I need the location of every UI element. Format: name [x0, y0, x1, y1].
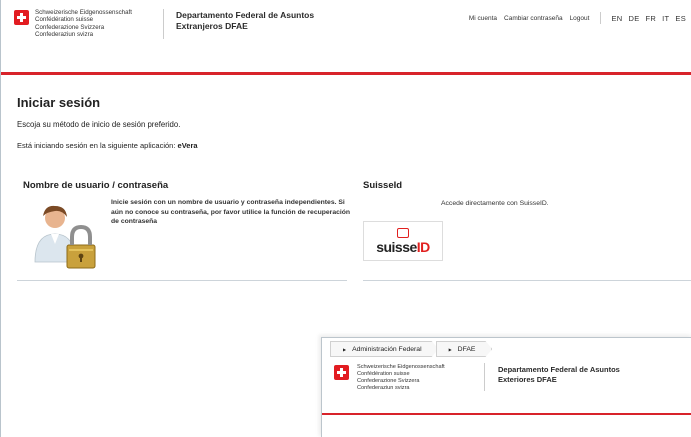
suisseid-login-button[interactable]: suisseID	[363, 221, 443, 261]
suisseid-logo: suisseID	[376, 238, 430, 255]
department-title: Departamento Federal de Asuntos Extranje…	[176, 10, 315, 31]
header-divider	[163, 9, 164, 39]
breadcrumb: Administración Federal DFAE	[330, 342, 489, 356]
meta-navigation: Mi cuenta Cambiar contraseña Logout EN D…	[469, 12, 691, 24]
page-title: Iniciar sesión	[17, 95, 101, 110]
site-header: Schweizerische Eidgenossenschaft Confédé…	[1, 0, 691, 52]
header-red-bar	[1, 72, 691, 75]
breadcrumb-administration[interactable]: Administración Federal	[330, 341, 439, 357]
overlay-confederation-names: Schweizerische Eidgenossenschaft Confédé…	[357, 364, 445, 391]
suisseid-description: Accede directamente con SuisseID.	[441, 200, 549, 207]
username-login-divider	[17, 280, 347, 281]
overlay-department-title: Departamento Federal de Asuntos Exterior…	[498, 365, 620, 384]
application-info: Está iniciando sesión en la siguiente ap…	[17, 141, 198, 150]
logout-link[interactable]: Logout	[570, 15, 590, 22]
suisseid-divider	[363, 280, 691, 281]
lang-it[interactable]: IT	[662, 14, 669, 23]
suisseid-login-title: SuisseId	[363, 180, 403, 191]
confederation-names: Schweizerische Eidgenossenschaft Confédé…	[35, 9, 132, 39]
username-login-title: Nombre de usuario / contraseña	[23, 180, 169, 191]
change-password-link[interactable]: Cambiar contraseña	[504, 15, 563, 22]
lang-fr[interactable]: FR	[646, 14, 657, 23]
page-subtitle: Escoja su método de inicio de sesión pre…	[17, 120, 181, 129]
overlay-page-preview: Administración Federal DFAE Schweizerisc…	[321, 337, 691, 437]
overlay-red-bar	[322, 413, 691, 415]
lang-es[interactable]: ES	[675, 14, 686, 23]
meta-separator	[600, 12, 602, 24]
application-name: eVera	[177, 141, 198, 150]
header-spacer	[1, 52, 691, 72]
my-account-link[interactable]: Mi cuenta	[469, 15, 497, 22]
breadcrumb-dfae[interactable]: DFAE	[436, 341, 493, 357]
swiss-flag-icon	[334, 365, 349, 380]
username-login-description: Inicie sesión con un nombre de usuario y…	[111, 199, 351, 225]
user-lock-icon[interactable]	[31, 200, 101, 270]
lang-en[interactable]: EN	[611, 14, 622, 23]
suisseid-mark-icon	[397, 227, 409, 238]
lang-de[interactable]: DE	[628, 14, 639, 23]
login-page: Schweizerische Eidgenossenschaft Confédé…	[0, 0, 691, 437]
swiss-flag-icon	[14, 10, 29, 25]
overlay-header-divider	[484, 363, 485, 391]
